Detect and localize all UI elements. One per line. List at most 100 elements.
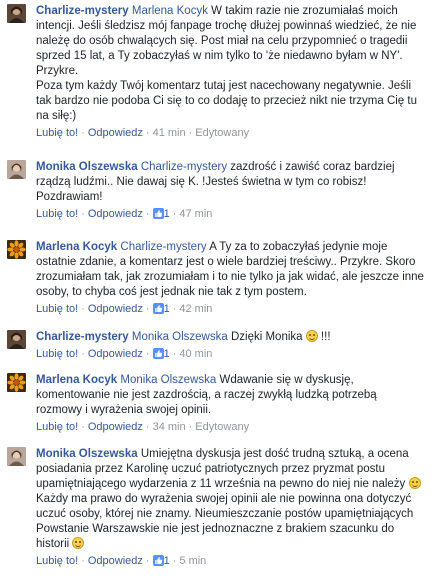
separator: ·: [81, 127, 85, 139]
like-button[interactable]: Lubię to!: [36, 208, 78, 220]
portrait-dark-icon: [7, 330, 26, 349]
edited-label[interactable]: Edytowany: [195, 421, 249, 433]
comment-text: Monika Olszewska Umiejętna dyskusja jest…: [36, 447, 425, 552]
comment-text-line: W takim razie nie zrozumiałaś moich: [207, 5, 398, 17]
separator: ·: [81, 303, 85, 315]
separator: ·: [145, 303, 150, 315]
thumbs-up-icon: [152, 555, 164, 566]
like-button[interactable]: Lubię to!: [36, 421, 78, 433]
comment-body: Charlize-mystery Marlena Kocyk W takim r…: [36, 4, 425, 141]
comment-text-second: Każdy ma prawo do wyrażenia swojej opini…: [36, 493, 414, 550]
comment-author[interactable]: Marlena Kocyk: [36, 241, 117, 253]
likes-count[interactable]: 1: [152, 348, 170, 360]
comment-text: Monika Olszewska Charlize-mystery zazdro…: [36, 160, 425, 205]
separator: ·: [145, 348, 150, 360]
reply-button[interactable]: Odpowiedz: [88, 555, 143, 567]
comment-thread: Charlize-mystery Marlena Kocyk W takim r…: [0, 0, 431, 584]
thumbs-up-icon: [152, 348, 164, 359]
comment-text: Charlize-mystery Monika Olszewska Dzięki…: [36, 330, 425, 345]
comment-text: Marlena Kocyk Monika Olszewska Wdawanie …: [36, 373, 425, 418]
timestamp[interactable]: 42 min: [179, 303, 212, 315]
comment-body: Monika Olszewska Charlize-mystery zazdro…: [36, 160, 425, 222]
comment-actions: Lubię to! · Odpowiedz · 41 min · Edytowany: [36, 126, 425, 141]
timestamp[interactable]: 34 min: [153, 421, 186, 433]
timestamp[interactable]: 40 min: [179, 348, 212, 360]
mention-link[interactable]: Charlize-mystery: [141, 161, 227, 173]
comment-text-content: Dzięki Monika: [227, 331, 306, 343]
portrait-light-icon: [7, 447, 26, 466]
comment-author[interactable]: Charlize-mystery: [36, 331, 129, 343]
comment-author[interactable]: Monika Olszewska: [36, 448, 138, 460]
comment-actions: Lubię to! · Odpowiedz · 34 min · Edytowany: [36, 420, 425, 435]
likes-number: 1: [163, 208, 170, 220]
likes-number: 1: [163, 303, 170, 315]
smile-emoji-icon: [408, 477, 421, 489]
mention-link[interactable]: Monika Olszewska: [132, 331, 228, 343]
comment-text-suffix: !!!: [317, 331, 331, 343]
like-button[interactable]: Lubię to!: [36, 127, 78, 139]
timestamp[interactable]: 41 min: [153, 127, 186, 139]
reply-button[interactable]: Odpowiedz: [88, 348, 143, 360]
comment-author[interactable]: Marlena Kocyk: [36, 374, 117, 386]
comment-actions: Lubię to! · Odpowiedz · 1 · 5 min: [36, 554, 425, 569]
separator: ·: [145, 208, 150, 220]
separator: ·: [81, 348, 85, 360]
comment-body: Charlize-mystery Monika Olszewska Dzięki…: [36, 330, 425, 362]
orange-flower-icon: [7, 373, 26, 392]
smile-emoji-icon: [305, 330, 318, 342]
mention-link[interactable]: Charlize-mystery: [120, 241, 206, 253]
reply-button[interactable]: Odpowiedz: [88, 208, 143, 220]
reply-button[interactable]: Odpowiedz: [88, 421, 143, 433]
separator: ·: [81, 208, 85, 220]
thumbs-up-icon: [152, 208, 164, 219]
separator: ·: [81, 555, 85, 567]
separator: ·: [145, 127, 150, 139]
avatar[interactable]: [7, 240, 26, 259]
orange-flower-icon: [7, 240, 26, 259]
reply-button[interactable]: Odpowiedz: [88, 127, 143, 139]
like-button[interactable]: Lubię to!: [36, 555, 78, 567]
separator: ·: [172, 208, 177, 220]
likes-count[interactable]: 1: [152, 555, 170, 567]
comment-text-second: Poza tym każdy Twój komentarz tutaj jest…: [36, 80, 417, 122]
like-button[interactable]: Lubię to!: [36, 348, 78, 360]
comment-text: Marlena Kocyk Charlize-mystery A Ty za t…: [36, 240, 425, 300]
avatar[interactable]: [7, 330, 26, 349]
edited-label[interactable]: Edytowany: [195, 127, 249, 139]
comment-text-rest: intencji. Jeśli śledzisz mój fanpage tro…: [36, 20, 417, 77]
like-button[interactable]: Lubię to!: [36, 303, 78, 315]
comment-actions: Lubię to! · Odpowiedz · 1 · 42 min: [36, 302, 425, 317]
separator: ·: [172, 555, 177, 567]
timestamp[interactable]: 47 min: [179, 208, 212, 220]
comment-body: Marlena Kocyk Monika Olszewska Wdawanie …: [36, 373, 425, 435]
separator: ·: [172, 348, 177, 360]
separator: ·: [172, 303, 177, 315]
likes-count[interactable]: 1: [152, 208, 170, 220]
comment-body: Monika Olszewska Umiejętna dyskusja jest…: [36, 447, 425, 569]
separator: ·: [81, 421, 85, 433]
comment-author[interactable]: Monika Olszewska: [36, 161, 138, 173]
avatar[interactable]: [7, 160, 26, 179]
comment-body: Marlena Kocyk Charlize-mystery A Ty za t…: [36, 240, 425, 317]
mention-link[interactable]: Marlena Kocyk: [132, 5, 208, 17]
avatar[interactable]: [7, 373, 26, 392]
separator: ·: [145, 555, 150, 567]
smile-emoji-icon: [72, 537, 85, 549]
reply-button[interactable]: Odpowiedz: [88, 303, 143, 315]
likes-count[interactable]: 1: [152, 303, 170, 315]
separator: ·: [145, 421, 150, 433]
avatar[interactable]: [7, 4, 26, 23]
timestamp[interactable]: 5 min: [179, 555, 206, 567]
thumbs-up-icon: [152, 303, 164, 314]
portrait-light-icon: [7, 160, 26, 179]
likes-number: 1: [163, 555, 170, 567]
portrait-dark-icon: [7, 4, 26, 23]
mention-link[interactable]: Monika Olszewska: [120, 374, 216, 386]
separator: ·: [188, 421, 193, 433]
separator: ·: [188, 127, 193, 139]
comment-text: Charlize-mystery Marlena Kocyk W takim r…: [36, 4, 425, 124]
avatar[interactable]: [7, 447, 26, 466]
comment-actions: Lubię to! · Odpowiedz · 1 · 47 min: [36, 207, 425, 222]
comment-author[interactable]: Charlize-mystery: [36, 5, 129, 17]
comment-actions: Lubię to! · Odpowiedz · 1 · 40 min: [36, 347, 425, 362]
